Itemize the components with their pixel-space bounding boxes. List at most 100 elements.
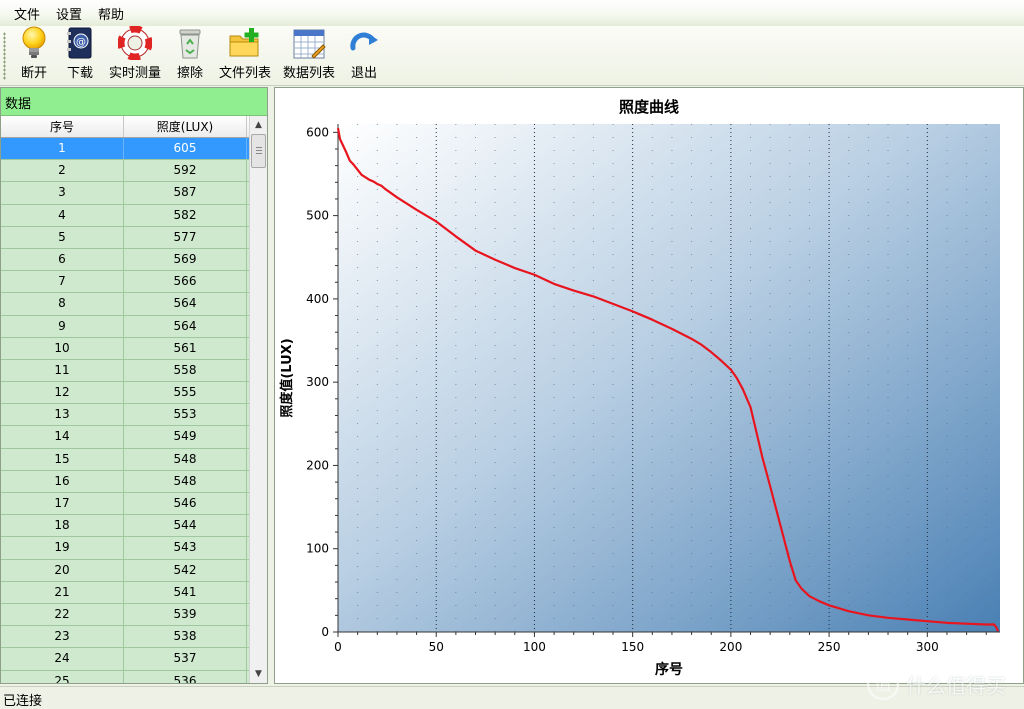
realtime-measure-label: 实时测量 (109, 66, 162, 81)
cell-index: 10 (1, 337, 124, 359)
table-row[interactable]: 21 541 (1, 581, 249, 604)
cell-index: 14 (1, 426, 124, 448)
x-tick-label: 250 (818, 640, 841, 654)
x-tick-label: 100 (523, 640, 546, 654)
x-tick-label: 300 (916, 640, 939, 654)
scroll-down-arrow-icon[interactable]: ▼ (250, 665, 267, 683)
cell-lux: 561 (124, 337, 247, 359)
address-book-icon: @ (63, 26, 97, 60)
table-row[interactable]: 2 592 (1, 160, 249, 183)
data-grid-scrollbar[interactable]: ▲ ▼ (249, 116, 267, 683)
cell-lux: 536 (124, 670, 247, 683)
y-tick-label: 100 (306, 542, 329, 556)
cell-lux: 564 (124, 293, 247, 315)
table-row[interactable]: 11 558 (1, 359, 249, 383)
column-header-lux[interactable]: 照度(LUX) (124, 116, 247, 137)
cell-lux: 582 (124, 204, 247, 226)
table-row[interactable]: 10 561 (1, 337, 249, 360)
watermark-text: 什么值得买 (906, 673, 1006, 698)
table-row[interactable]: 17 546 (1, 493, 249, 516)
table-row[interactable]: 13 553 (1, 404, 249, 427)
folder-add-icon (228, 26, 262, 60)
table-row[interactable]: 1 605 (1, 138, 249, 161)
data-panel-title: 数据 (1, 88, 267, 116)
file-list-button[interactable]: 文件列表 (214, 27, 276, 85)
y-tick-label: 200 (306, 458, 329, 472)
cell-index: 8 (1, 293, 124, 315)
x-tick-label: 50 (429, 640, 444, 654)
data-panel: 数据 序号 照度(LUX) 1 605 2 592 3 587 4 582 5 577 6 569 7 5… (0, 87, 268, 684)
table-row[interactable]: 7 566 (1, 271, 249, 294)
scroll-up-arrow-icon[interactable]: ▲ (250, 116, 267, 134)
menu-file[interactable]: 文件 (6, 4, 48, 23)
cell-index: 20 (1, 559, 124, 581)
cell-lux: 553 (124, 404, 247, 426)
toolbar: 断开 @ 下载 实时测量 擦除 文件列表 数据列表 退出 (0, 26, 1024, 86)
data-list-label: 数据列表 (283, 66, 336, 81)
cell-index: 18 (1, 515, 124, 537)
table-row[interactable]: 4 582 (1, 204, 249, 227)
cell-lux: 543 (124, 537, 247, 559)
table-row[interactable]: 9 564 (1, 315, 249, 338)
download-button[interactable]: @ 下载 (58, 27, 102, 85)
cell-index: 15 (1, 448, 124, 470)
cell-index: 9 (1, 315, 124, 337)
cell-index: 6 (1, 248, 124, 271)
table-row[interactable]: 5 577 (1, 226, 249, 249)
disconnect-button[interactable]: 断开 (12, 26, 56, 85)
table-row[interactable]: 15 548 (1, 448, 249, 471)
cell-index: 7 (1, 271, 124, 293)
cell-index: 16 (1, 470, 124, 492)
menu-help[interactable]: 帮助 (90, 4, 132, 23)
x-tick-label: 150 (621, 640, 644, 654)
table-row[interactable]: 3 587 (1, 182, 249, 205)
table-row[interactable]: 16 548 (1, 470, 249, 493)
y-tick-label: 400 (306, 292, 329, 306)
cell-index: 4 (1, 204, 124, 226)
erase-button[interactable]: 擦除 (168, 27, 212, 85)
table-row[interactable]: 18 544 (1, 515, 249, 538)
table-row[interactable]: 24 537 (1, 648, 249, 671)
watermark: 值 什么值得买 (866, 664, 1006, 704)
table-row[interactable]: 22 539 (1, 603, 249, 627)
scroll-thumb[interactable] (251, 134, 266, 168)
connection-status: 已连接 (3, 694, 43, 709)
watermark-logo-icon: 值 (866, 667, 900, 701)
cell-index: 25 (1, 670, 124, 683)
table-row[interactable]: 12 555 (1, 382, 249, 405)
chart-panel: 照度曲线 0 50 100 150 200 250 300 0 100 200 300 400 500 6… (274, 87, 1024, 684)
cell-lux: 564 (124, 315, 247, 337)
exit-button[interactable]: 退出 (342, 27, 386, 85)
y-tick-label: 300 (306, 375, 329, 389)
file-list-label: 文件列表 (219, 66, 272, 81)
cell-lux: 555 (124, 382, 247, 404)
cell-index: 1 (1, 138, 124, 160)
cell-index: 21 (1, 581, 124, 603)
table-row[interactable]: 19 543 (1, 537, 249, 560)
recycle-bin-icon (173, 26, 207, 60)
toolbar-grip[interactable] (3, 32, 6, 80)
table-row[interactable]: 8 564 (1, 293, 249, 316)
column-header-index[interactable]: 序号 (1, 116, 124, 137)
cell-index: 22 (1, 603, 124, 626)
cell-lux: 546 (124, 493, 247, 515)
cell-lux: 566 (124, 271, 247, 293)
calendar-table-icon (292, 26, 326, 60)
cell-lux: 592 (124, 160, 247, 182)
download-label: 下载 (66, 66, 93, 81)
table-row[interactable]: 25 536 (1, 670, 249, 683)
realtime-measure-button[interactable]: 实时测量 (104, 26, 166, 85)
plot-area (338, 124, 1000, 632)
menu-settings[interactable]: 设置 (48, 4, 90, 23)
table-row[interactable]: 20 542 (1, 559, 249, 582)
data-list-button[interactable]: 数据列表 (278, 27, 340, 85)
table-row[interactable]: 14 549 (1, 426, 249, 449)
cell-index: 24 (1, 648, 124, 670)
table-row[interactable]: 6 569 (1, 248, 249, 272)
cell-lux: 537 (124, 648, 247, 670)
table-row[interactable]: 23 538 (1, 626, 249, 649)
illuminance-chart: 照度曲线 0 50 100 150 200 250 300 0 100 200 300 400 500 6… (279, 98, 1000, 678)
y-tick-label: 500 (306, 209, 329, 223)
cell-lux: 548 (124, 448, 247, 470)
cell-index: 12 (1, 382, 124, 404)
